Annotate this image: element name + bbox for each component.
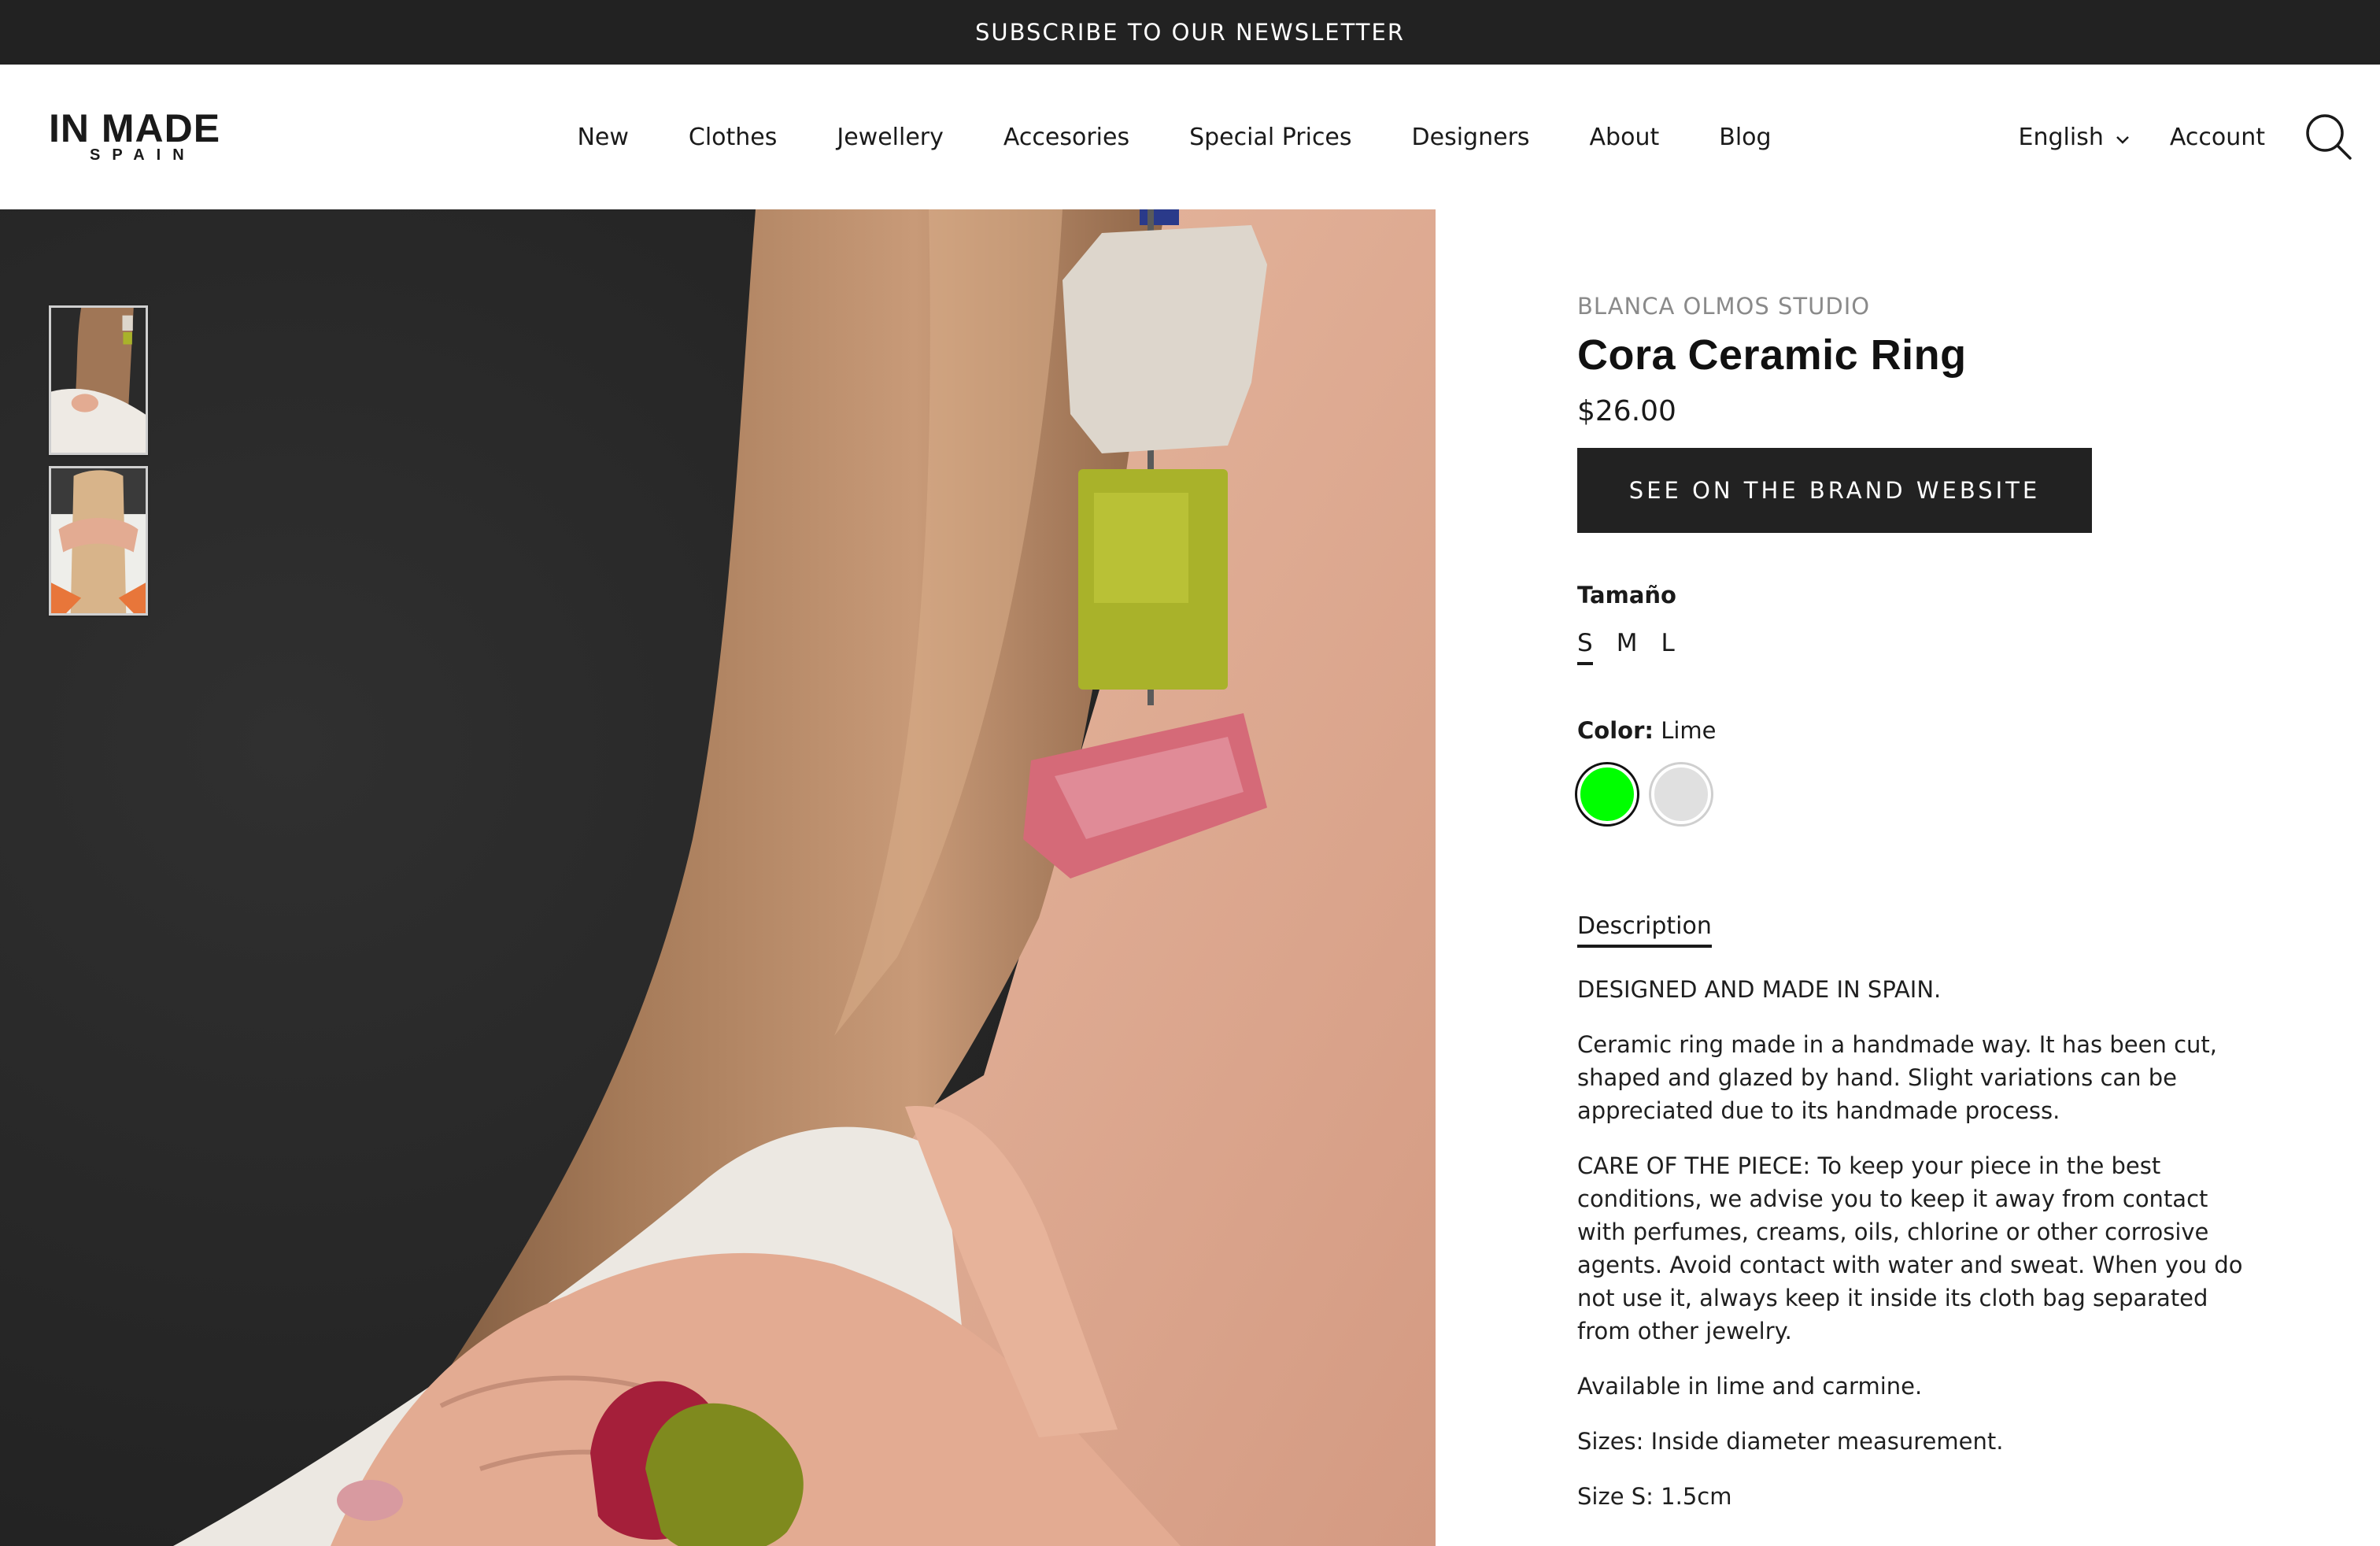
- product-title: Cora Ceramic Ring: [1577, 331, 1967, 379]
- description-paragraph: Ceramic ring made in a handmade way. It …: [1577, 1031, 2217, 1124]
- nav-item-jewellery[interactable]: Jewellery: [837, 124, 944, 151]
- size-option-s[interactable]: S: [1577, 629, 1593, 665]
- description-paragraph: Sizes: Inside diameter measurement.: [1577, 1428, 2004, 1455]
- product-description: DESIGNED AND MADE IN SPAIN. Ceramic ring…: [1577, 973, 2254, 1513]
- color-swatches: [1577, 764, 2254, 824]
- nav-item-clothes[interactable]: Clothes: [689, 124, 778, 151]
- description-paragraph: CARE OF THE PIECE: To keep your piece in…: [1577, 1152, 2243, 1344]
- nav-item-new[interactable]: New: [577, 124, 628, 151]
- language-label: English: [2018, 123, 2104, 151]
- color-label-key: Color:: [1577, 717, 1654, 744]
- description-paragraph: DESIGNED AND MADE IN SPAIN.: [1577, 976, 1942, 1003]
- newsletter-banner[interactable]: SUBSCRIBE TO OUR NEWSLETTER: [0, 0, 2380, 65]
- account-link[interactable]: Account: [2170, 124, 2265, 151]
- product-thumbnail[interactable]: [49, 466, 148, 616]
- product-price: $26.00: [1577, 395, 1676, 427]
- product-info: BLANCA OLMOS STUDIO Cora Ceramic Ring $2…: [1577, 293, 2254, 1513]
- product-thumbnails: [49, 305, 148, 616]
- size-option-m[interactable]: M: [1617, 629, 1638, 665]
- site-header: IN MADE SPAIN New Clothes Jewellery Acce…: [0, 65, 2380, 209]
- product-brand[interactable]: BLANCA OLMOS STUDIO: [1577, 293, 2254, 320]
- nav-item-blog[interactable]: Blog: [1719, 124, 1771, 151]
- product-thumbnail[interactable]: [49, 305, 148, 455]
- header-actions: English Account: [2019, 65, 2353, 209]
- logo-main-text: IN MADE: [49, 106, 221, 150]
- newsletter-banner-text[interactable]: SUBSCRIBE TO OUR NEWSLETTER: [975, 19, 1405, 46]
- chevron-down-icon: [2115, 124, 2131, 151]
- color-label-value: Lime: [1661, 717, 1717, 744]
- size-option-l[interactable]: L: [1661, 629, 1674, 665]
- description-paragraph: Size S: 1.5cm: [1577, 1483, 1732, 1510]
- tab-description[interactable]: Description: [1577, 912, 1712, 948]
- nav-item-about[interactable]: About: [1590, 124, 1660, 151]
- nav-item-accesories[interactable]: Accesories: [1003, 124, 1129, 151]
- language-selector[interactable]: English: [2019, 124, 2131, 151]
- size-options: S M L: [1577, 629, 2254, 665]
- color-swatch-lime[interactable]: [1577, 764, 1637, 824]
- brand-website-button[interactable]: SEE ON THE BRAND WEBSITE: [1577, 448, 2092, 533]
- search-icon[interactable]: [2304, 113, 2353, 161]
- nav-item-designers[interactable]: Designers: [1412, 124, 1530, 151]
- nav-item-special-prices[interactable]: Special Prices: [1189, 124, 1351, 151]
- site-logo[interactable]: IN MADE SPAIN: [49, 106, 253, 164]
- description-paragraph: Available in lime and carmine.: [1577, 1373, 1923, 1400]
- product-main-image[interactable]: [0, 209, 1436, 1546]
- size-label: Tamaño: [1577, 582, 1676, 608]
- color-label: Color: Lime: [1577, 717, 2254, 744]
- color-swatch-carmine[interactable]: [1651, 764, 1711, 824]
